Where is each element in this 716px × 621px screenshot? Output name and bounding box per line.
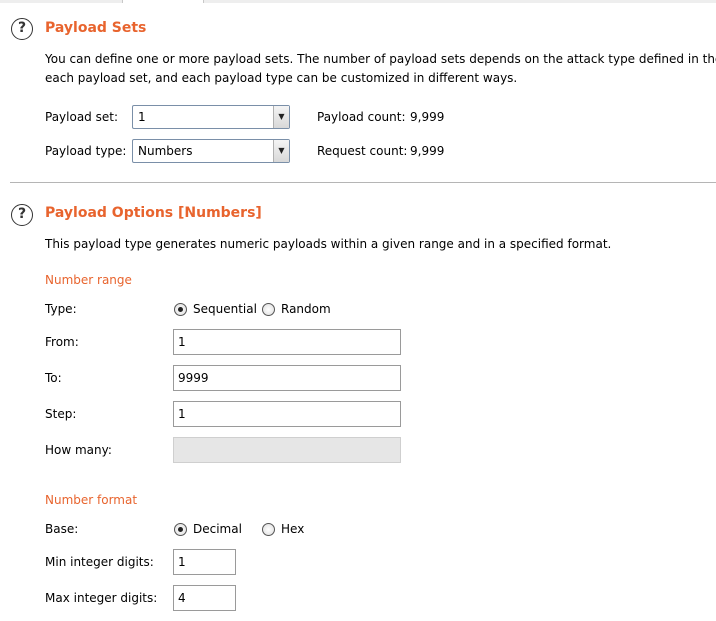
section-divider bbox=[10, 182, 716, 183]
payload-type-value: Numbers bbox=[138, 144, 193, 158]
payload-options-title: Payload Options [Numbers] bbox=[45, 205, 262, 221]
payload-options-description: This payload type generates numeric payl… bbox=[45, 237, 612, 251]
help-icon[interactable]: ? bbox=[11, 18, 33, 40]
payload-count-value: 9,999 bbox=[410, 110, 445, 124]
to-label: To: bbox=[45, 371, 62, 385]
from-field[interactable]: 1 bbox=[173, 329, 401, 355]
payload-count-label: Payload count: bbox=[317, 110, 406, 124]
min-integer-digits-label: Min integer digits: bbox=[45, 555, 154, 569]
payload-set-value: 1 bbox=[138, 110, 146, 124]
payload-sets-title: Payload Sets bbox=[45, 20, 147, 36]
from-label: From: bbox=[45, 335, 79, 349]
max-integer-digits-field[interactable]: 4 bbox=[173, 585, 236, 611]
sequential-radio[interactable] bbox=[174, 303, 187, 316]
step-field[interactable]: 1 bbox=[173, 401, 401, 427]
decimal-radio[interactable] bbox=[174, 523, 187, 536]
payload-sets-description-line1: You can define one or more payload sets.… bbox=[45, 52, 716, 66]
dropdown-arrow-icon[interactable]: ▼ bbox=[273, 106, 289, 128]
payload-set-label: Payload set: bbox=[45, 110, 118, 124]
how-many-label: How many: bbox=[45, 443, 112, 457]
request-count-label: Request count: bbox=[317, 144, 408, 158]
payload-sets-description-line2: each payload set, and each payload type … bbox=[45, 71, 518, 85]
hex-radio[interactable] bbox=[262, 523, 275, 536]
decimal-radio-label[interactable]: Decimal bbox=[193, 522, 242, 536]
type-label: Type: bbox=[45, 302, 77, 316]
tab-strip bbox=[0, 0, 716, 3]
hex-radio-label[interactable]: Hex bbox=[281, 522, 304, 536]
number-format-heading: Number format bbox=[45, 493, 138, 507]
step-label: Step: bbox=[45, 407, 77, 421]
min-integer-digits-field[interactable]: 1 bbox=[173, 549, 236, 575]
base-label: Base: bbox=[45, 522, 79, 536]
active-tab-edge[interactable] bbox=[122, 0, 204, 3]
payload-type-select[interactable]: Numbers ▼ bbox=[132, 139, 290, 163]
random-radio-label[interactable]: Random bbox=[281, 302, 331, 316]
dropdown-arrow-icon[interactable]: ▼ bbox=[273, 140, 289, 162]
random-radio[interactable] bbox=[262, 303, 275, 316]
payload-type-label: Payload type: bbox=[45, 144, 127, 158]
to-field[interactable]: 9999 bbox=[173, 365, 401, 391]
how-many-field bbox=[173, 437, 401, 463]
max-integer-digits-label: Max integer digits: bbox=[45, 591, 158, 605]
payload-set-select[interactable]: 1 ▼ bbox=[132, 105, 290, 129]
request-count-value: 9,999 bbox=[410, 144, 445, 158]
sequential-radio-label[interactable]: Sequential bbox=[193, 302, 257, 316]
help-icon[interactable]: ? bbox=[11, 204, 33, 226]
number-range-heading: Number range bbox=[45, 273, 132, 287]
